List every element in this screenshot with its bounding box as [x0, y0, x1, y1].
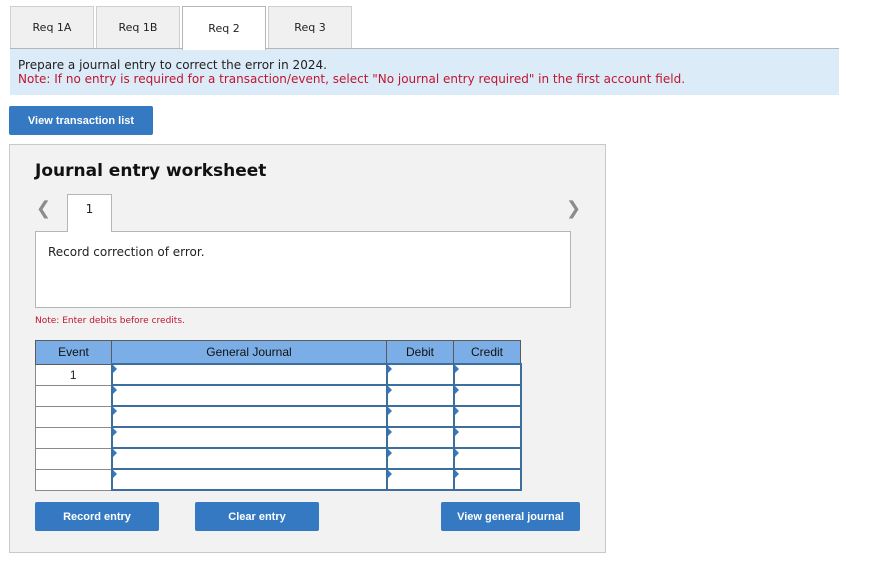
- instruction-box: Prepare a journal entry to correct the e…: [10, 49, 839, 95]
- account-cell: [110, 384, 388, 407]
- account-input[interactable]: [112, 386, 386, 405]
- account-cell: [110, 405, 388, 428]
- debit-cell: [385, 384, 455, 407]
- worksheet-title: Journal entry worksheet: [35, 161, 267, 181]
- account-cell: [110, 468, 388, 491]
- tab-req-3[interactable]: Req 3: [268, 6, 352, 48]
- table-row: [35, 468, 522, 491]
- chevron-left-icon[interactable]: ❮: [36, 198, 51, 219]
- record-entry-button[interactable]: Record entry: [35, 502, 159, 531]
- account-input[interactable]: [112, 470, 386, 489]
- header-general-journal: General Journal: [111, 340, 387, 365]
- credit-input[interactable]: [454, 386, 520, 405]
- tab-req-1a[interactable]: Req 1A: [10, 6, 94, 48]
- credit-cell: [452, 426, 522, 449]
- debit-credit-note: Note: Enter debits before credits.: [35, 316, 185, 326]
- instruction-note: Note: If no entry is required for a tran…: [18, 72, 686, 86]
- account-input[interactable]: [112, 407, 386, 426]
- instruction-text: Prepare a journal entry to correct the e…: [18, 58, 327, 72]
- tab-req-1b[interactable]: Req 1B: [96, 6, 180, 48]
- debit-cell: [385, 468, 455, 491]
- clear-entry-button[interactable]: Clear entry: [195, 502, 319, 531]
- header-event: Event: [35, 340, 112, 365]
- credit-input[interactable]: [454, 449, 520, 468]
- credit-cell: [452, 405, 522, 428]
- account-input[interactable]: [112, 449, 386, 468]
- account-cell: [110, 363, 388, 386]
- table-row: 1: [35, 363, 522, 386]
- entry-description: Record correction of error.: [35, 231, 571, 308]
- event-cell: 1: [35, 363, 112, 386]
- credit-input[interactable]: [454, 428, 520, 447]
- credit-cell: [452, 447, 522, 470]
- credit-cell: [452, 468, 522, 491]
- table-row: [35, 426, 522, 449]
- header-credit: Credit: [453, 340, 521, 365]
- debit-input[interactable]: [387, 407, 453, 426]
- debit-cell: [385, 363, 455, 386]
- chevron-right-icon[interactable]: ❯: [566, 198, 581, 219]
- event-cell: [35, 426, 112, 449]
- requirement-tabs: Req 1A Req 1B Req 2 Req 3: [10, 6, 354, 50]
- credit-input[interactable]: [454, 407, 520, 426]
- account-cell: [110, 426, 388, 449]
- table-row: [35, 405, 522, 428]
- event-cell: [35, 384, 112, 407]
- debit-input[interactable]: [387, 428, 453, 447]
- debit-input[interactable]: [387, 449, 453, 468]
- view-transaction-list-button[interactable]: View transaction list: [9, 106, 153, 135]
- credit-input[interactable]: [454, 470, 520, 489]
- worksheet-page-tab[interactable]: 1: [67, 194, 112, 232]
- debit-cell: [385, 447, 455, 470]
- debit-input[interactable]: [387, 365, 453, 384]
- header-debit: Debit: [386, 340, 454, 365]
- credit-input[interactable]: [454, 365, 520, 384]
- debit-cell: [385, 426, 455, 449]
- event-cell: [35, 405, 112, 428]
- account-input[interactable]: [112, 428, 386, 447]
- account-cell: [110, 447, 388, 470]
- credit-cell: [452, 363, 522, 386]
- event-cell: [35, 447, 112, 470]
- debit-input[interactable]: [387, 470, 453, 489]
- credit-cell: [452, 384, 522, 407]
- account-input[interactable]: [112, 365, 386, 384]
- view-general-journal-button[interactable]: View general journal: [441, 502, 580, 531]
- table-row: [35, 384, 522, 407]
- debit-cell: [385, 405, 455, 428]
- event-cell: [35, 468, 112, 491]
- debit-input[interactable]: [387, 386, 453, 405]
- journal-entry-table: Event General Journal Debit Credit 1: [35, 340, 522, 491]
- tab-req-2[interactable]: Req 2: [182, 6, 266, 50]
- table-row: [35, 447, 522, 470]
